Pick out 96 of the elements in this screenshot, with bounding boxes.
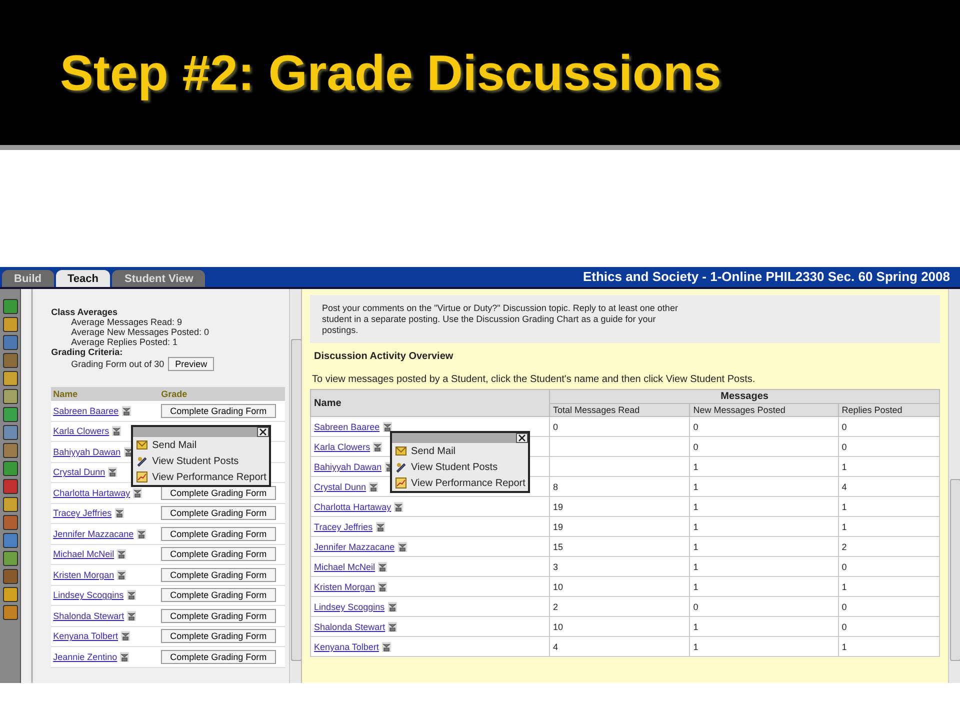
- table-cell: 1: [693, 562, 698, 572]
- table-cell: 1: [693, 542, 698, 552]
- student-link[interactable]: Tracey Jeffries: [53, 508, 112, 518]
- student-link[interactable]: Kristen Morgan: [53, 570, 114, 580]
- table-cell: 1: [842, 462, 847, 472]
- section-heading: Grading Criteria:: [51, 347, 124, 357]
- student-link[interactable]: Bahiyyah Dawan: [314, 462, 382, 472]
- menu-item[interactable]: View Student Posts: [152, 456, 239, 466]
- grading-form-button[interactable]: Complete Grading Form: [161, 568, 276, 582]
- student-link[interactable]: Sabreen Baaree: [53, 406, 119, 416]
- student-link[interactable]: Shalonda Stewart: [53, 610, 124, 621]
- menu-item[interactable]: View Student Posts: [411, 462, 498, 472]
- table-cell: 10: [553, 582, 564, 592]
- table-cell: 0: [553, 422, 558, 432]
- column-header: Name: [53, 389, 79, 399]
- table-cell: 0: [693, 422, 698, 432]
- student-link[interactable]: Tracey Jeffries: [314, 522, 373, 532]
- student-link[interactable]: Crystal Dunn: [53, 467, 106, 478]
- average-text: Average Replies Posted: 1: [70, 337, 178, 347]
- grading-form-button[interactable]: Complete Grading Form: [161, 588, 276, 602]
- table-cell: 1: [842, 642, 847, 652]
- student-link[interactable]: Charlotta Hartaway: [314, 502, 392, 512]
- table-cell: 3: [553, 562, 558, 572]
- grading-form-button[interactable]: Complete Grading Form: [161, 629, 276, 644]
- student-link[interactable]: Jennifer Mazzacane: [314, 542, 395, 552]
- column-header: Name: [310, 390, 550, 417]
- student-link[interactable]: Karla Clowers: [53, 426, 110, 436]
- hint-text: To view messages posted by a Student, click the Student's name and then click View Student Posts.: [311, 373, 756, 388]
- preview-button[interactable]: Preview: [168, 357, 214, 371]
- table-cell: 1: [693, 642, 698, 652]
- table-cell: 1: [693, 522, 698, 532]
- table-cell: 1: [693, 622, 698, 632]
- table-cell: 0: [842, 622, 847, 632]
- student-link[interactable]: Lindsey Scoggins: [314, 602, 385, 612]
- student-link[interactable]: Michael McNeil: [53, 549, 114, 560]
- average-text: Average Messages Read: 9: [70, 317, 183, 327]
- student-link[interactable]: Kenyana Tolbert: [314, 642, 379, 652]
- table-cell: 1: [842, 502, 847, 512]
- table-cell: 0: [693, 442, 698, 452]
- slide-title: Step #2: Grade Discussions: [60, 44, 722, 102]
- menu-item[interactable]: View Performance Report: [152, 472, 266, 482]
- menu-item[interactable]: Send Mail: [411, 446, 456, 456]
- student-link[interactable]: Charlotta Hartaway: [53, 488, 130, 498]
- table-cell: 0: [693, 602, 698, 612]
- menu-item[interactable]: View Performance Report: [411, 478, 526, 488]
- table-cell: 0: [842, 562, 847, 572]
- table-cell: 2: [842, 542, 847, 552]
- course-title: Ethics and Society - 1-Online PHIL2330 Sec. 60 Spring 2008: [582, 269, 951, 286]
- table-cell: 1: [693, 582, 698, 592]
- grading-form-button[interactable]: Complete Grading Form: [161, 547, 276, 562]
- column-header: Grade: [161, 389, 188, 399]
- tab[interactable]: Teach: [56, 270, 110, 287]
- student-link[interactable]: Kristen Morgan: [314, 582, 376, 592]
- grading-form-button[interactable]: Complete Grading Form: [161, 404, 276, 418]
- table-cell: 15: [553, 542, 564, 552]
- table-cell: 10: [553, 622, 564, 632]
- table-cell: 19: [553, 502, 564, 512]
- table-cell: 0: [842, 442, 847, 452]
- student-link[interactable]: Sabreen Baaree: [314, 422, 380, 432]
- table-cell: 1: [693, 462, 698, 472]
- student-link[interactable]: Shalonda Stewart: [314, 622, 386, 632]
- column-header: Replies Posted: [838, 404, 940, 417]
- tab[interactable]: Build: [2, 270, 54, 287]
- student-link[interactable]: Jennifer Mazzacane: [53, 528, 134, 539]
- student-link[interactable]: Karla Clowers: [314, 442, 370, 452]
- criteria-text: Grading Form out of 30: [71, 359, 164, 369]
- table-cell: 8: [553, 482, 558, 492]
- table-cell: 1: [693, 482, 698, 492]
- table-cell: 1: [842, 522, 847, 532]
- student-link[interactable]: Lindsey Scoggins: [53, 590, 124, 600]
- instructions-text: Post your comments on the "Virtue or Duty?" Discussion topic. Reply to at least one other student in a separate posting. Use the Discussion Grading Chart as a guide for your postings.: [322, 303, 679, 336]
- table-cell: 0: [842, 602, 847, 612]
- student-link[interactable]: Crystal Dunn: [314, 482, 366, 492]
- table-cell: 0: [842, 422, 847, 432]
- column-header: New Messages Posted: [690, 404, 838, 417]
- student-link[interactable]: Michael McNeil: [314, 562, 376, 572]
- tab[interactable]: Student View: [112, 270, 206, 287]
- section-heading: Class Averages: [51, 307, 118, 317]
- grading-form-button[interactable]: Complete Grading Form: [161, 526, 276, 541]
- menu-item[interactable]: Send Mail: [152, 440, 197, 450]
- grading-form-button[interactable]: Complete Grading Form: [161, 650, 276, 664]
- table-cell: 2: [553, 602, 558, 612]
- student-link[interactable]: Kenyana Tolbert: [53, 631, 118, 642]
- column-header: Total Messages Read: [550, 404, 690, 417]
- table-cell: 1: [842, 582, 847, 592]
- student-link[interactable]: Jeannie Zentino: [53, 652, 118, 662]
- table-cell: 1: [693, 502, 698, 512]
- table-cell: 4: [553, 642, 558, 652]
- average-text: Average New Messages Posted: 0: [70, 327, 210, 337]
- column-header: Messages: [550, 390, 940, 404]
- section-title: Discussion Activity Overview: [313, 350, 454, 364]
- table-cell: 4: [842, 482, 847, 492]
- grading-form-button[interactable]: Complete Grading Form: [161, 506, 276, 520]
- student-link[interactable]: Bahiyyah Dawan: [53, 446, 121, 457]
- table-cell: 19: [553, 522, 564, 532]
- grading-form-button[interactable]: Complete Grading Form: [161, 608, 276, 623]
